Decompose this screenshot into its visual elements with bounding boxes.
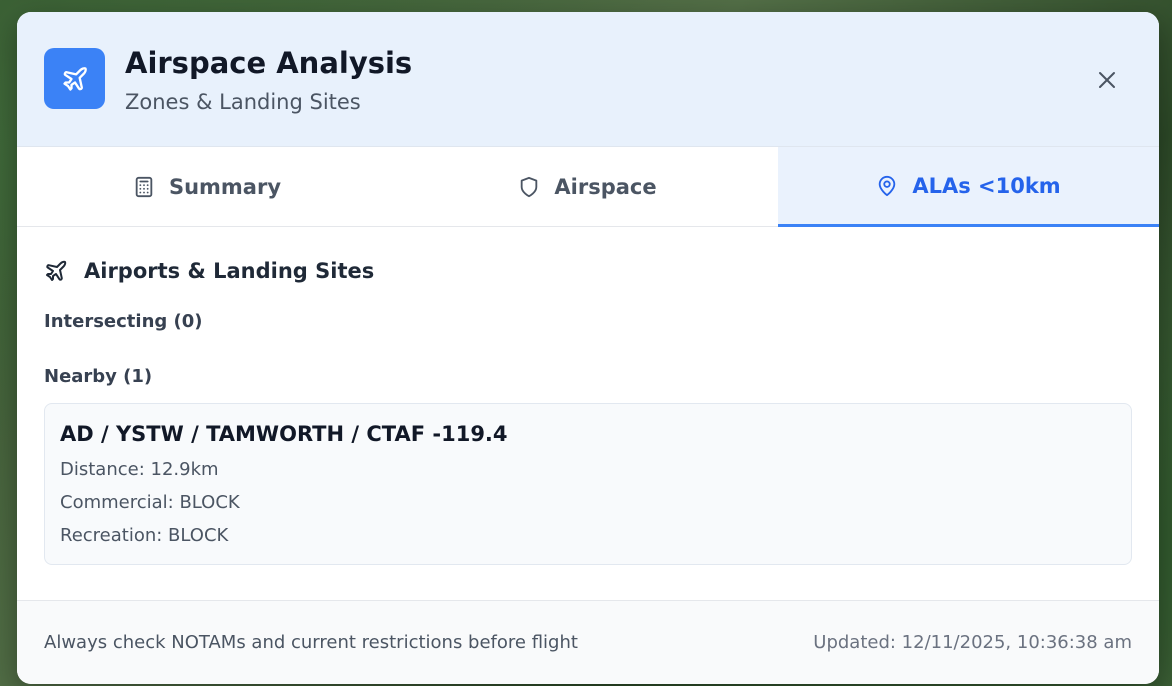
landing-site-recreation: Recreation: BLOCK (60, 525, 229, 546)
map-pin-icon (879, 175, 896, 196)
tab-summary-label: Summary (168, 175, 282, 199)
updated-timestamp: Updated: 12/11/2025, 10:36:38 am (813, 632, 1132, 653)
nearby-label: Nearby (1) (44, 366, 153, 387)
tab-alas-label: ALAs <10km (912, 173, 1061, 198)
airspace-analysis-dialog: Airspace Analysis Zones & Landing Sites … (17, 12, 1159, 684)
dialog-subtitle: Zones & Landing Sites (125, 90, 361, 114)
close-icon (1099, 72, 1115, 88)
tab-bar: Summary Airspace ALAs <10km (17, 147, 1159, 227)
footer-notice: Always check NOTAMs and current restrict… (44, 632, 578, 653)
dialog-title: Airspace Analysis (125, 46, 413, 80)
dialog-footer: Always check NOTAMs and current restrict… (17, 600, 1159, 684)
tab-content: Airports & Landing Sites Intersecting (0… (17, 259, 1159, 565)
tab-summary[interactable]: Summary (17, 147, 397, 227)
calculator-icon (135, 176, 153, 198)
tab-airspace[interactable]: Airspace (397, 147, 778, 227)
close-button[interactable] (1095, 68, 1119, 92)
landing-site-commercial: Commercial: BLOCK (60, 492, 240, 513)
tab-airspace-label: Airspace (554, 175, 657, 199)
section-title: Airports & Landing Sites (84, 259, 375, 283)
shield-icon (521, 176, 538, 198)
dialog-header: Airspace Analysis Zones & Landing Sites (17, 12, 1159, 147)
landing-site-title: AD / YSTW / TAMWORTH / CTAF -119.4 (60, 422, 508, 446)
plane-icon (46, 260, 67, 281)
landing-site-card: AD / YSTW / TAMWORTH / CTAF -119.4 Dista… (44, 403, 1132, 565)
tab-alas[interactable]: ALAs <10km (778, 147, 1159, 227)
section-heading: Airports & Landing Sites (44, 259, 1132, 283)
intersecting-label: Intersecting (0) (44, 311, 203, 332)
landing-site-distance: Distance: 12.9km (60, 459, 219, 480)
plane-icon (44, 48, 105, 109)
